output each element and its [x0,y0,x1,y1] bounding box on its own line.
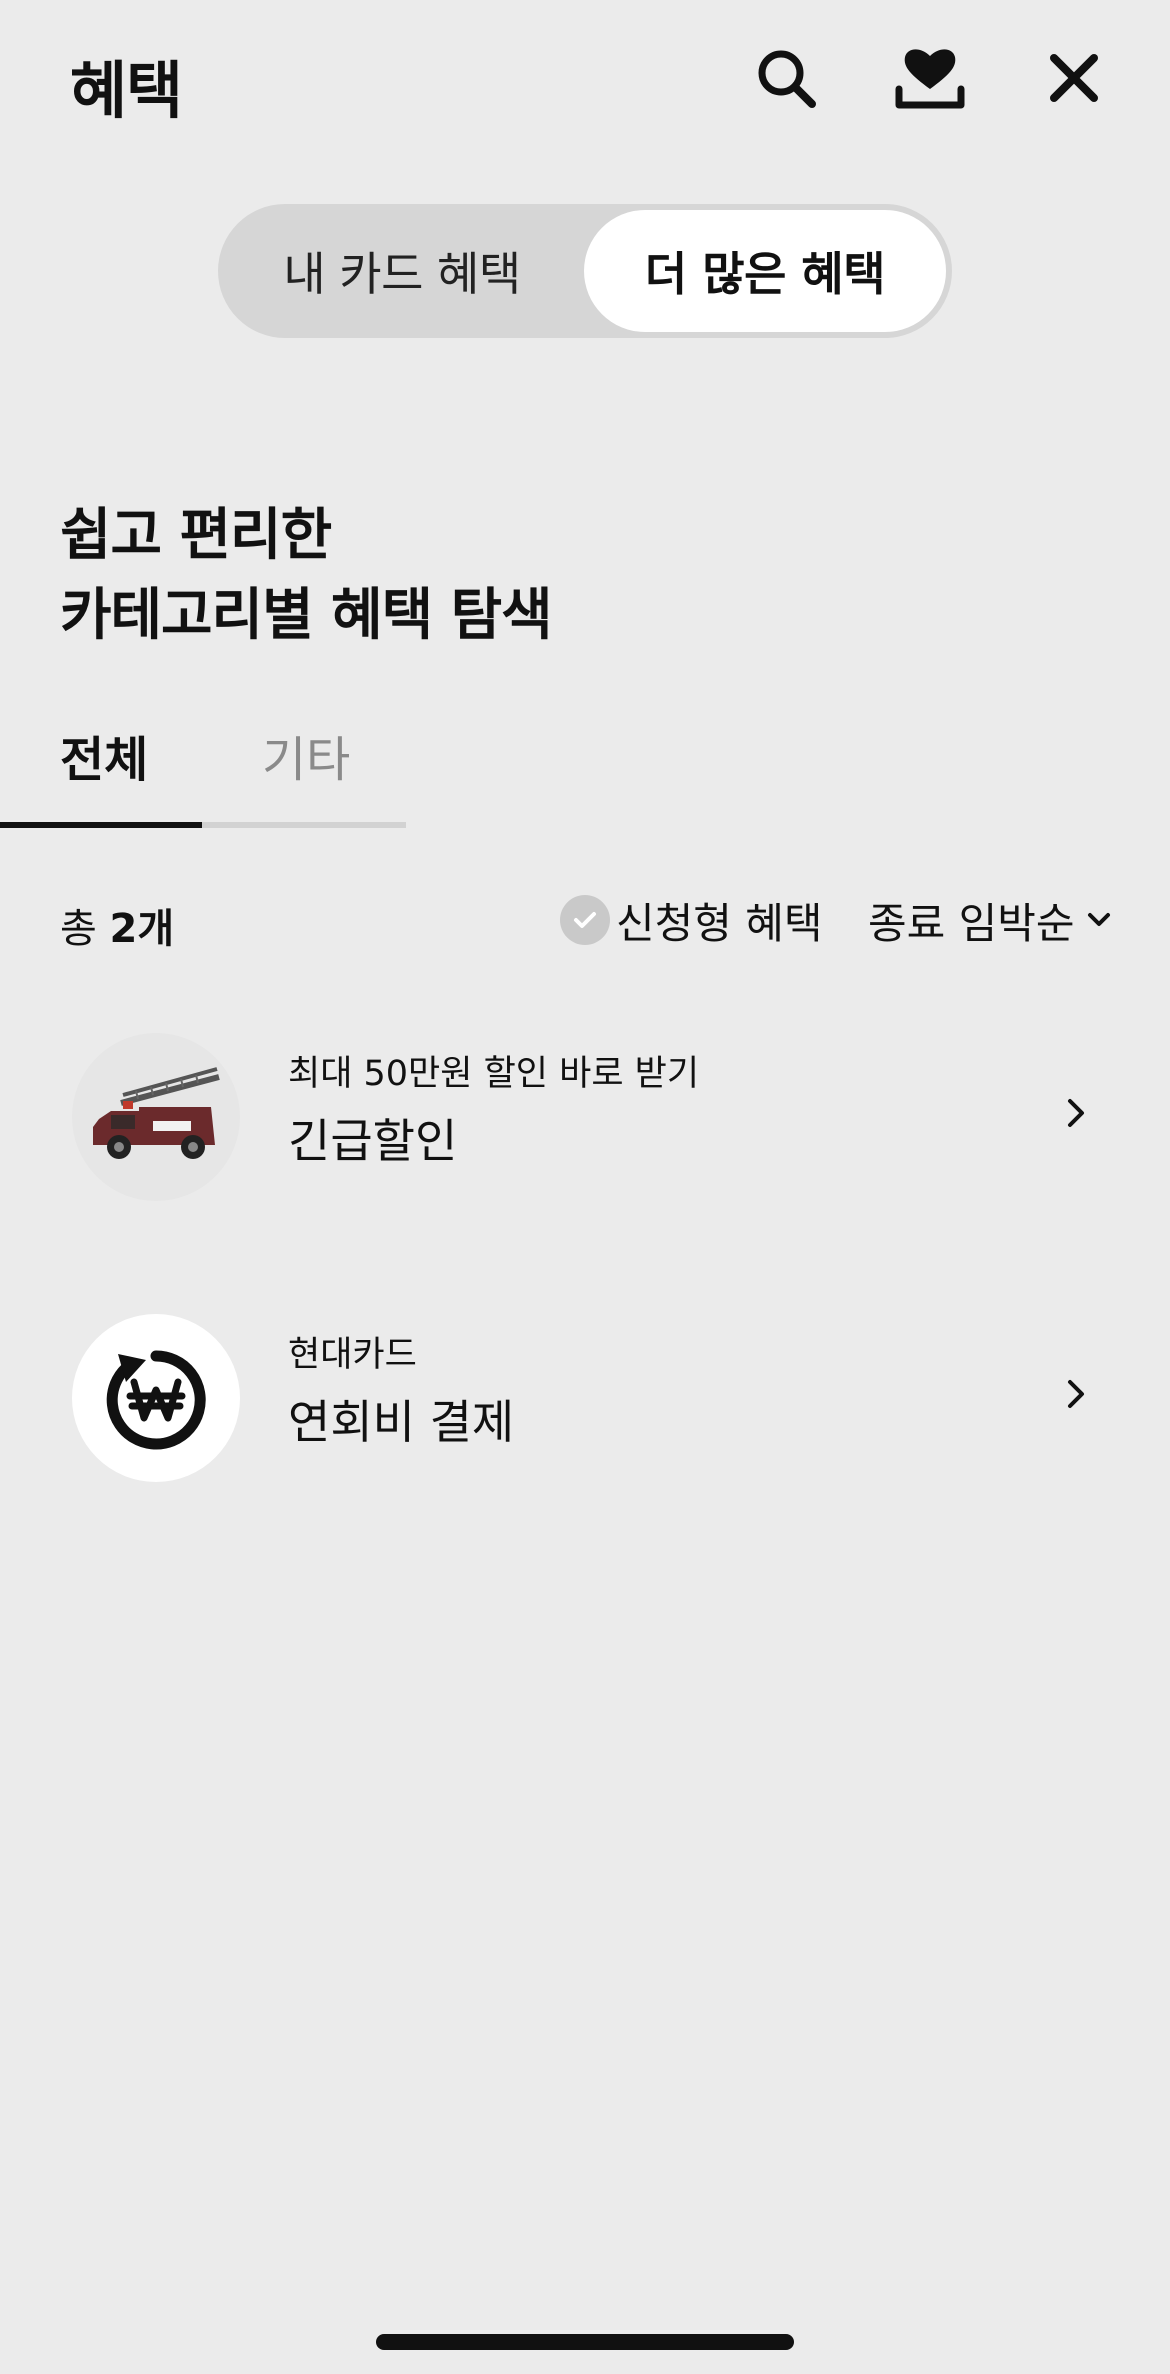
application-benefit-filter[interactable]: 신청형 혜택 [560,890,823,950]
benefit-list-item[interactable]: 현대카드 연회비 결제 [0,1296,1170,1496]
tab-other[interactable]: 기타 [262,720,350,790]
saved-benefits-button[interactable] [890,38,970,118]
application-benefit-label: 신청형 혜택 [616,898,823,948]
category-tabs: 전체 기타 [0,706,406,830]
tab-all[interactable]: 전체 [60,720,148,790]
close-button[interactable] [1034,38,1114,118]
segment-more-benefits[interactable]: 더 많은 혜택 [584,210,946,332]
benefits-page: 혜택 내 카드 혜택 더 많은 혜택 쉽고 편리한 카테고리별 혜택 탐색 전체… [0,0,1170,2374]
benefit-title: 연회비 결제 [288,1395,515,1449]
chevron-right-icon [1068,1380,1084,1408]
heart-download-icon [895,49,965,109]
count-value: 2개 [109,906,175,952]
benefit-subtitle: 최대 50만원 할인 바로 받기 [288,1054,700,1094]
search-button[interactable] [746,38,826,118]
section-title-line2: 카테고리별 혜택 탐색 [60,583,553,648]
check-circle-icon [560,895,610,945]
segment-my-card-benefits[interactable]: 내 카드 혜택 [224,210,580,332]
fire-truck-image [72,1033,240,1201]
tab-active-indicator [0,822,202,828]
chevron-down-icon [1087,913,1110,926]
page-title: 혜택 [70,54,183,127]
close-icon [1050,54,1098,102]
header: 혜택 [0,0,1170,160]
benefit-title: 긴급할인 [288,1114,458,1168]
benefit-list-item[interactable]: 최대 50만원 할인 바로 받기 긴급할인 [0,1015,1170,1215]
won-refresh-icon [72,1314,240,1482]
home-indicator[interactable] [376,2334,794,2350]
sort-label: 종료 임박순 [868,898,1075,948]
benefit-type-segmented-control: 내 카드 혜택 더 많은 혜택 [218,204,952,338]
search-icon [758,50,816,108]
count-prefix: 총 [60,906,97,952]
benefit-subtitle: 현대카드 [288,1335,417,1375]
section-title-line1: 쉽고 편리한 [60,503,332,568]
filter-row: 총 2개 신청형 혜택 종료 임박순 [0,880,1170,960]
chevron-right-icon [1068,1099,1084,1127]
result-count: 총 2개 [60,896,174,954]
section-title: 쉽고 편리한 카테고리별 혜택 탐색 [60,496,553,656]
sort-dropdown[interactable]: 종료 임박순 [868,890,1113,950]
